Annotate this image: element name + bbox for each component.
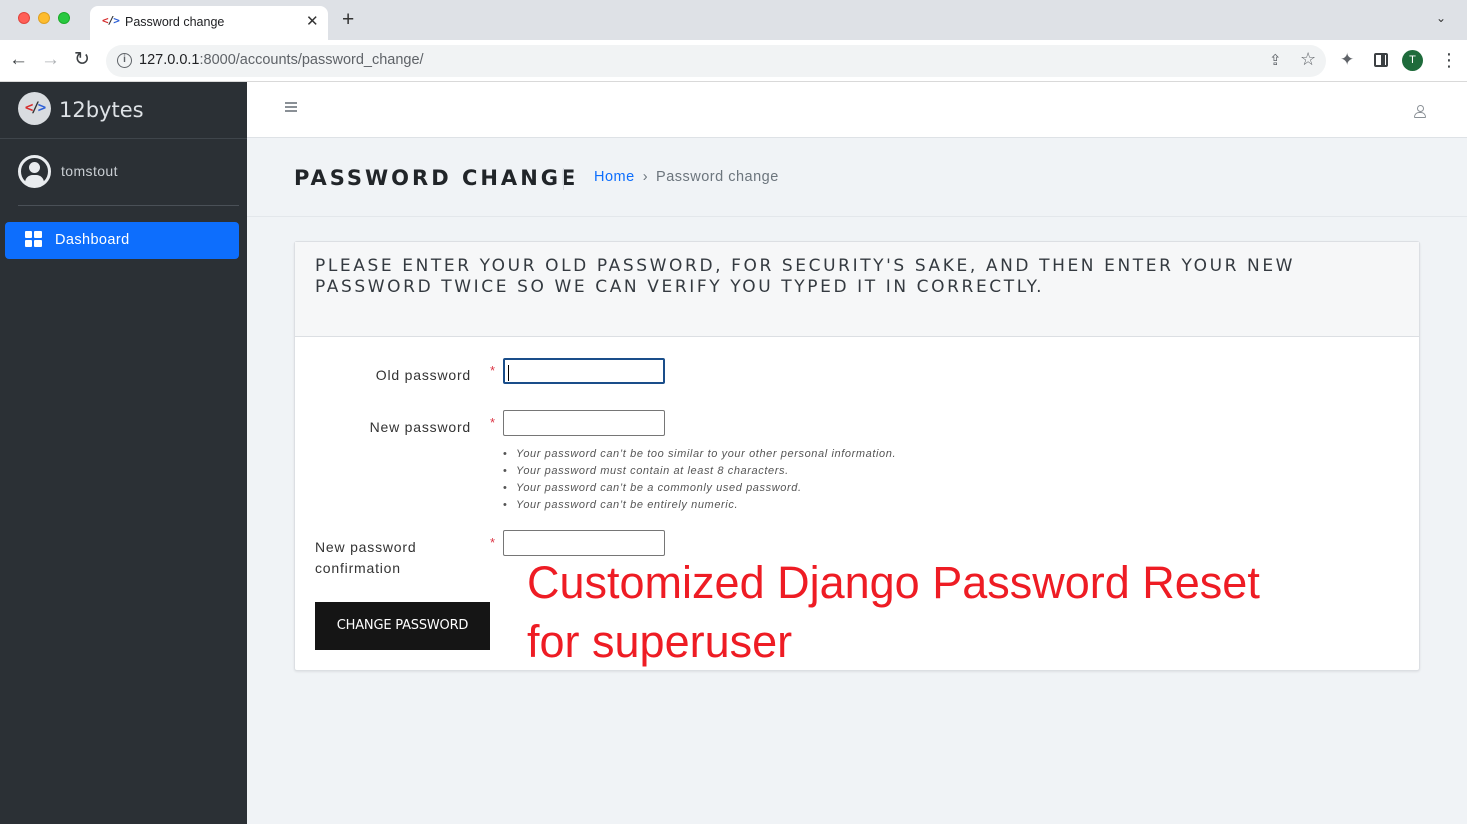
browser-tab-bar: </> Password change ✕ + ⌄ (0, 0, 1467, 40)
page-title: PASSWORD CHANGE (294, 166, 579, 190)
tab-title: Password change (125, 15, 225, 29)
list-item: Your password can’t be a commonly used p… (501, 480, 896, 497)
header-divider (563, 168, 564, 190)
user-menu-icon[interactable] (1414, 105, 1426, 118)
required-asterisk: * (490, 415, 496, 430)
old-password-input[interactable] (503, 358, 665, 384)
sidebar-username[interactable]: tomstout (61, 163, 118, 179)
annotation-line-1: Customized Django Password Reset (527, 557, 1260, 608)
sidebar-divider (18, 205, 239, 206)
hamburger-menu-icon[interactable] (285, 102, 298, 112)
new-password-label: New password (369, 419, 471, 435)
sidebar: </> 12bytes tomstout Dashboard (0, 82, 247, 824)
window-minimize-button[interactable] (38, 12, 50, 24)
profile-avatar[interactable]: T (1402, 50, 1423, 71)
list-item: Your password can’t be entirely numeric. (501, 497, 896, 514)
address-bar[interactable]: i 127.0.0.1:8000/accounts/password_chang… (106, 45, 1326, 77)
text-caret (508, 365, 509, 381)
tab-close-icon[interactable]: ✕ (306, 12, 319, 30)
breadcrumb-current: Password change (656, 169, 779, 185)
change-password-button[interactable]: CHANGE PASSWORD (315, 602, 490, 650)
list-item: Your password can’t be too similar to yo… (501, 446, 896, 463)
annotation-line-2: for superuser (527, 616, 793, 667)
browser-toolbar: ← → ↻ i 127.0.0.1:8000/accounts/password… (0, 40, 1467, 82)
confirm-password-label-line1: New password (315, 539, 417, 555)
new-password-input[interactable] (503, 410, 665, 436)
sidebar-item-dashboard[interactable]: Dashboard (5, 222, 239, 259)
new-tab-button[interactable]: + (342, 8, 354, 32)
url-text[interactable]: 127.0.0.1:8000/accounts/password_change/ (139, 52, 424, 68)
list-item: Your password must contain at least 8 ch… (501, 463, 896, 480)
bookmark-star-icon[interactable]: ☆ (1300, 49, 1316, 70)
required-asterisk: * (490, 535, 496, 550)
browser-tab[interactable]: </> Password change ✕ (90, 6, 328, 40)
browser-menu-icon[interactable]: ⋮ (1440, 49, 1458, 71)
breadcrumb: Home › Password change (594, 169, 779, 185)
form-intro-text: Please enter your old password, for secu… (315, 256, 1296, 297)
reload-icon[interactable]: ↻ (74, 49, 90, 71)
site-info-icon[interactable]: i (117, 53, 132, 68)
window-maximize-button[interactable] (58, 12, 70, 24)
breadcrumb-separator: › (642, 169, 649, 185)
brand-name[interactable]: 12bytes (59, 98, 144, 122)
confirm-password-label-line2: confirmation (315, 560, 401, 576)
breadcrumb-home-link[interactable]: Home (594, 169, 635, 185)
password-help-list: Your password can’t be too similar to yo… (501, 446, 896, 514)
extensions-puzzle-icon[interactable]: ✦ (1340, 50, 1354, 70)
sidebar-item-label: Dashboard (55, 232, 130, 248)
side-panel-icon[interactable] (1374, 53, 1388, 67)
sidebar-divider (0, 138, 247, 139)
share-icon[interactable]: ⇪ (1269, 51, 1282, 69)
page-header: PASSWORD CHANGE Home › Password change (247, 138, 1467, 217)
code-favicon-icon: </> (102, 14, 120, 27)
brand-logo-icon[interactable]: </> (18, 92, 51, 125)
user-avatar-icon[interactable] (18, 155, 51, 188)
tab-search-chevron-icon[interactable]: ⌄ (1436, 11, 1446, 25)
app-topbar (247, 82, 1467, 138)
required-asterisk: * (490, 363, 496, 378)
old-password-label: Old password (375, 367, 471, 383)
back-arrow-icon[interactable]: ← (9, 49, 28, 71)
window-close-button[interactable] (18, 12, 30, 24)
annotation-overlay: Customized Django Password Reset for sup… (527, 553, 1260, 671)
dashboard-grid-icon (25, 231, 42, 247)
card-header: Please enter your old password, for secu… (295, 242, 1419, 337)
forward-arrow-icon[interactable]: → (41, 49, 60, 71)
